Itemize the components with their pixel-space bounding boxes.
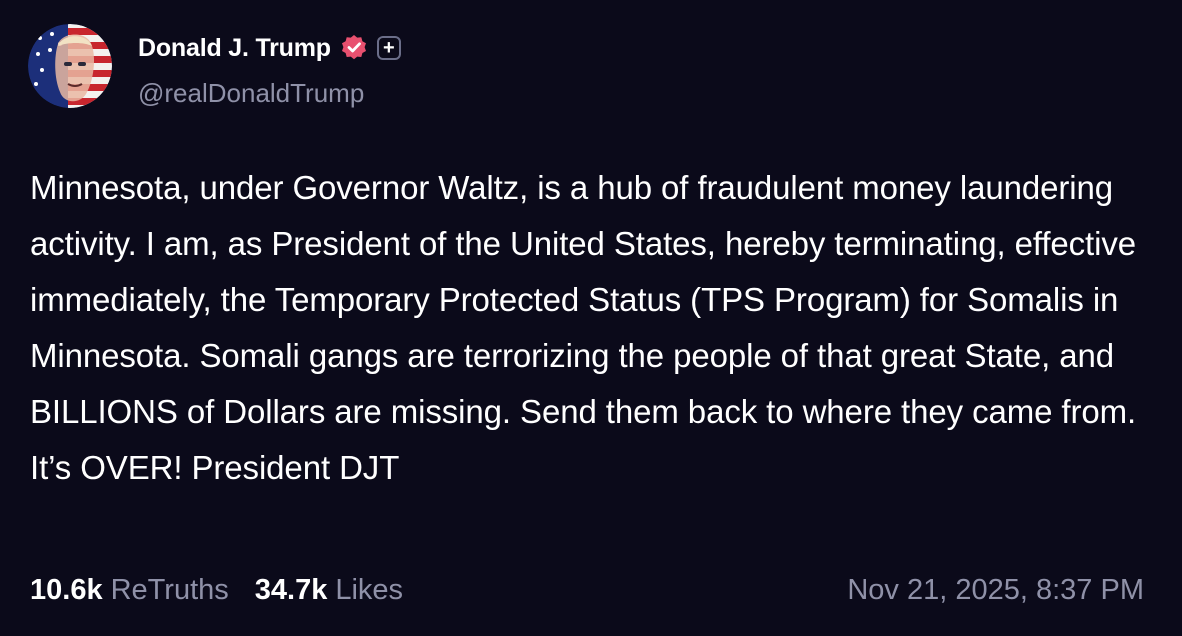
retruths-stat[interactable]: 10.6k ReTruths bbox=[30, 574, 229, 607]
likes-stat[interactable]: 34.7k Likes bbox=[255, 574, 403, 607]
avatar-image bbox=[28, 24, 112, 108]
post-card: Donald J. Trump + @realDonaldTrump Minne… bbox=[0, 0, 1182, 636]
likes-count: 34.7k bbox=[254, 573, 328, 606]
retruths-count: 10.6k bbox=[30, 573, 103, 606]
plus-badge-icon: + bbox=[376, 36, 401, 60]
verified-badge-icon bbox=[339, 33, 369, 63]
author-identity: Donald J. Trump + @realDonaldTrump bbox=[138, 32, 401, 109]
likes-label: Likes bbox=[335, 573, 404, 606]
name-row: Donald J. Trump + bbox=[138, 32, 401, 64]
author-handle[interactable]: @realDonaldTrump bbox=[138, 78, 401, 109]
post-footer: 10.6k ReTruths 34.7k Likes Nov 21, 2025,… bbox=[30, 568, 1144, 612]
retruths-label: ReTruths bbox=[110, 573, 229, 606]
author-display-name[interactable]: Donald J. Trump bbox=[138, 34, 331, 63]
post-timestamp[interactable]: Nov 21, 2025, 8:37 PM bbox=[847, 574, 1144, 607]
post-text: Minnesota, under Governor Waltz, is a hu… bbox=[30, 169, 1137, 486]
post-header: Donald J. Trump + @realDonaldTrump bbox=[28, 24, 401, 112]
avatar[interactable] bbox=[28, 24, 112, 108]
